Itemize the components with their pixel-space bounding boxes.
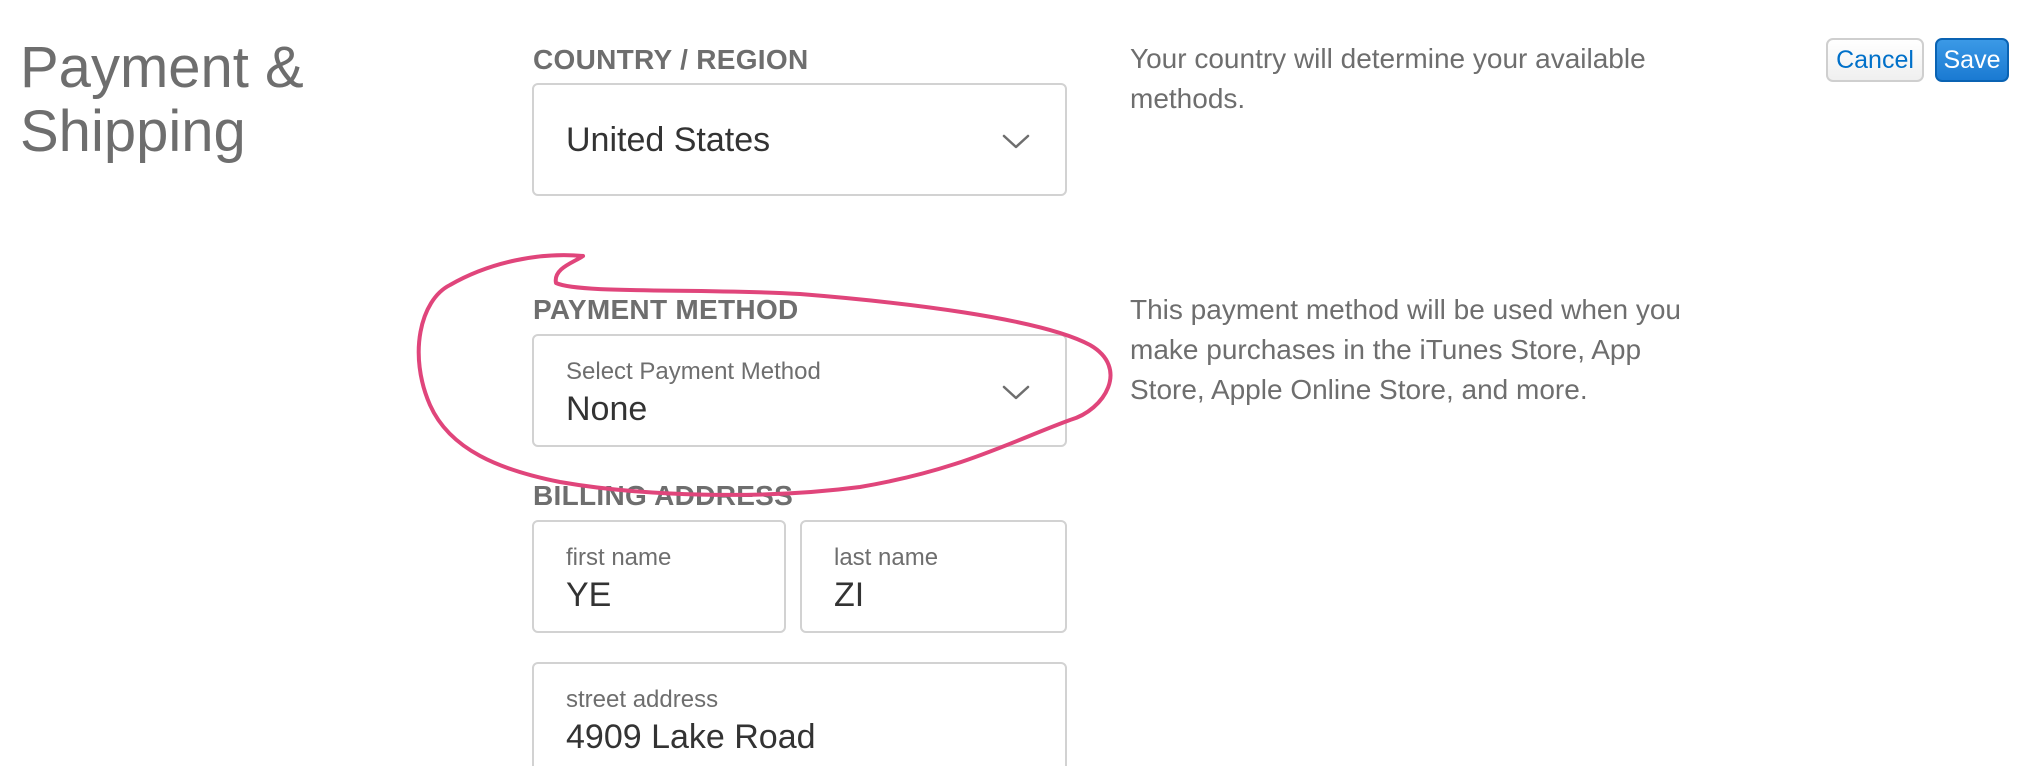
first-name-field[interactable]: first name YE	[532, 520, 786, 633]
page-title: Payment & Shipping	[20, 35, 304, 164]
payment-method-select[interactable]: Select Payment Method None	[532, 334, 1067, 447]
payment-description: This payment method will be used when yo…	[1130, 294, 1681, 405]
street-address-value: 4909 Lake Road	[566, 718, 816, 756]
first-name-value: YE	[566, 576, 612, 614]
country-select[interactable]: United States	[532, 83, 1067, 196]
save-button[interactable]: Save	[1935, 38, 2009, 82]
payment-shipping-page: Payment & Shipping COUNTRY / REGION Unit…	[0, 0, 2032, 766]
first-name-label: first name	[566, 544, 672, 571]
last-name-field[interactable]: last name ZI	[800, 520, 1067, 633]
last-name-label: last name	[834, 544, 939, 571]
cancel-button[interactable]: Cancel	[1826, 38, 1924, 82]
chevron-down-icon	[1002, 134, 1030, 149]
street-address-label: street address	[566, 686, 719, 713]
country-section-label: COUNTRY / REGION	[533, 44, 809, 75]
country-description: Your country will determine your availab…	[1130, 43, 1646, 114]
payment-section-label: PAYMENT METHOD	[533, 294, 799, 325]
payment-value: None	[566, 390, 648, 428]
chevron-down-icon	[1002, 385, 1030, 400]
payment-field-label: Select Payment Method	[566, 358, 821, 385]
country-value: United States	[566, 121, 771, 159]
billing-section-label: BILLING ADDRESS	[533, 480, 794, 511]
last-name-value: ZI	[834, 576, 865, 614]
street-address-field[interactable]: street address 4909 Lake Road	[532, 662, 1067, 766]
